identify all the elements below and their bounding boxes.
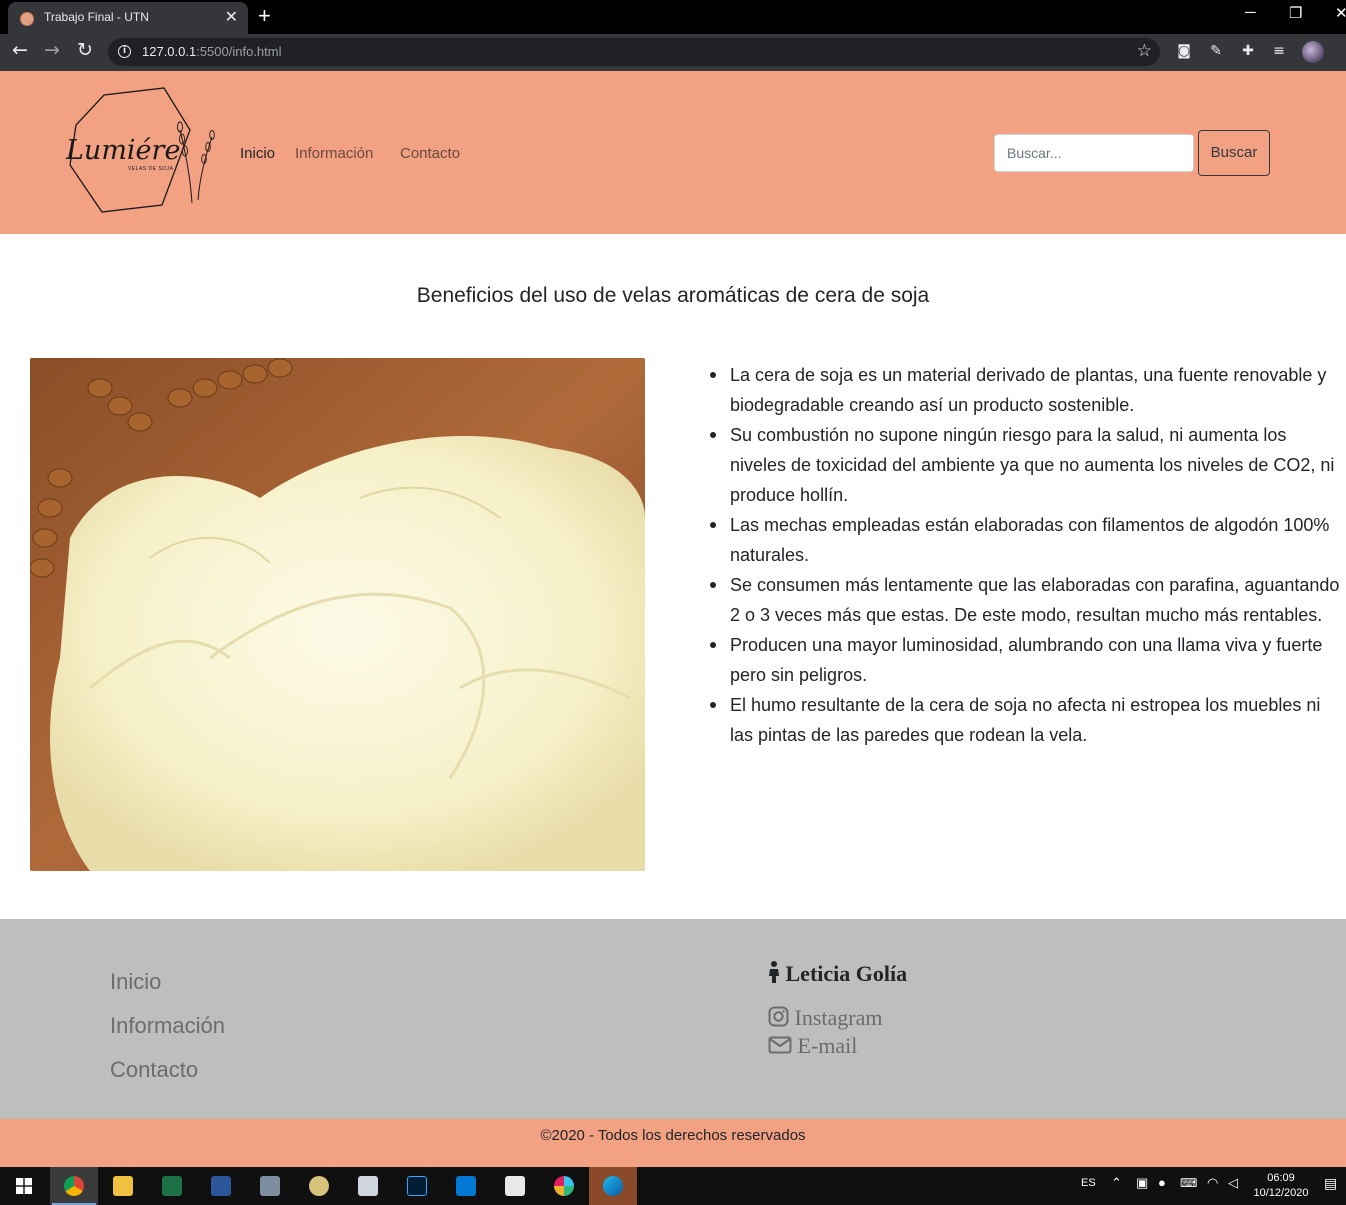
camera-icon[interactable]: ◙ (1176, 43, 1192, 59)
logo-subtitle: VELAS DE SOJA (128, 166, 174, 172)
taskbar-calculator[interactable] (246, 1167, 294, 1205)
media-queue-icon[interactable]: ≡ (1271, 43, 1287, 59)
taskbar-vscode[interactable] (442, 1167, 490, 1205)
taskbar-chrome[interactable] (50, 1167, 98, 1205)
edge-icon (603, 1176, 623, 1196)
photoshop-icon (407, 1176, 427, 1196)
restore-window-button[interactable]: ❐ (1289, 4, 1302, 22)
sketchup-icon (358, 1176, 378, 1196)
list-item: Su combustión no supone ningún riesgo pa… (710, 420, 1342, 510)
lumiere-logo[interactable]: Lumiére VELAS DE SOJA (62, 85, 222, 215)
site-info-icon[interactable]: i (118, 45, 131, 58)
start-button[interactable] (0, 1167, 48, 1205)
ime-icon[interactable]: ⌨ (1180, 1176, 1197, 1190)
browser-tab-strip: Trabajo Final - UTN ✕ + ─ ❐ ✕ (0, 0, 1346, 34)
site-favicon-icon (20, 12, 34, 26)
input-language-indicator[interactable]: ES (1081, 1177, 1096, 1189)
copyright-text: ©2020 - Todos los derechos reservados (540, 1127, 806, 1144)
author-name: Leticia Golía (768, 961, 907, 987)
site-footer: Inicio Información Contacto Leticia Golí… (0, 919, 1346, 1119)
url-text: 127.0.0.1:5500/info.html (142, 44, 282, 59)
soy-wax-photo (30, 358, 645, 871)
page-title: Beneficios del uso de velas aromáticas d… (416, 284, 930, 307)
slack-icon (554, 1176, 574, 1196)
list-item: El humo resultante de la cera de soja no… (710, 690, 1342, 750)
folder-icon (113, 1176, 133, 1196)
wifi-icon[interactable]: ◠ (1207, 1175, 1218, 1191)
instagram-link[interactable]: Instagram (768, 1005, 882, 1031)
list-item: Producen una mayor luminosidad, alumbran… (710, 630, 1342, 690)
search-button[interactable]: Buscar (1198, 130, 1270, 176)
profile-avatar[interactable] (1302, 41, 1324, 63)
browser-toolbar: ← → ↻ i 127.0.0.1:5500/info.html ☆ ◙ ✎ ✚… (0, 34, 1346, 71)
clock-date: 10/12/2020 (1253, 1187, 1309, 1199)
notifications-icon[interactable]: ▤ (1324, 1175, 1337, 1192)
site-header: Lumiére VELAS DE SOJA Inicio Información… (0, 71, 1346, 234)
instagram-label: Instagram (794, 1005, 883, 1030)
taskbar-photoshop[interactable] (393, 1167, 441, 1205)
word-icon (211, 1176, 231, 1196)
benefits-list: La cera de soja es un material derivado … (710, 360, 1342, 750)
nav-link-inicio[interactable]: Inicio (240, 145, 275, 162)
nav-link-contacto[interactable]: Contacto (400, 145, 460, 162)
browser-tab[interactable]: Trabajo Final - UTN ✕ (8, 2, 248, 34)
author-label: Leticia Golía (785, 961, 908, 986)
vscode-icon (456, 1176, 476, 1196)
excel-icon (162, 1176, 182, 1196)
close-window-button[interactable]: ✕ (1335, 4, 1346, 22)
footer-link-informacion[interactable]: Información (110, 1013, 225, 1039)
reload-icon[interactable]: ↻ (77, 39, 93, 61)
taskbar-excel[interactable] (148, 1167, 196, 1205)
windows-logo-icon (16, 1178, 32, 1194)
footer-link-contacto[interactable]: Contacto (110, 1057, 198, 1083)
footer-link-inicio[interactable]: Inicio (110, 969, 161, 995)
address-bar[interactable]: i 127.0.0.1:5500/info.html ☆ (108, 38, 1160, 66)
taskbar-edge[interactable] (589, 1167, 637, 1205)
taskbar-word[interactable] (197, 1167, 245, 1205)
show-hidden-icons-icon[interactable]: ⌃ (1111, 1175, 1122, 1191)
clock-time: 06:09 (1267, 1172, 1295, 1184)
logo-wordmark: Lumiére (66, 135, 181, 166)
nav-link-informacion[interactable]: Información (295, 145, 373, 162)
copyright-bar: ©2020 - Todos los derechos reservados (0, 1119, 1346, 1167)
list-item: Se consumen más lentamente que las elabo… (710, 570, 1342, 630)
taskbar-acrobat[interactable] (491, 1167, 539, 1205)
tab-title: Trabajo Final - UTN (44, 10, 149, 24)
list-item: La cera de soja es un material derivado … (710, 360, 1342, 420)
chrome-icon (64, 1176, 84, 1196)
minimize-window-button[interactable]: ─ (1245, 4, 1256, 21)
female-person-icon (769, 961, 779, 983)
new-tab-button[interactable]: + (258, 3, 271, 29)
envelope-icon (768, 1036, 792, 1054)
pen-extension-icon[interactable]: ✎ (1208, 43, 1224, 59)
onedrive-icon[interactable]: ● (1158, 1175, 1166, 1190)
windows-taskbar: ES ⌃ ▣ ● ⌨ ◠ ◁ 06:09 10/12/2020 ▤ (0, 1167, 1346, 1205)
taskbar-file-explorer[interactable] (99, 1167, 147, 1205)
taskbar-sketchup[interactable] (344, 1167, 392, 1205)
taskbar-paint[interactable] (295, 1167, 343, 1205)
volume-icon[interactable]: ◁ (1228, 1175, 1238, 1191)
bookmark-star-icon[interactable]: ☆ (1137, 41, 1152, 61)
instagram-icon (768, 1006, 789, 1027)
paint-palette-icon (309, 1176, 329, 1196)
puzzle-extensions-icon[interactable]: ✚ (1240, 43, 1256, 59)
close-tab-icon[interactable]: ✕ (225, 7, 238, 27)
calculator-icon (260, 1176, 280, 1196)
meet-now-icon[interactable]: ▣ (1136, 1175, 1148, 1191)
taskbar-clock[interactable]: 06:09 10/12/2020 (1248, 1171, 1314, 1201)
soy-wax-image (30, 358, 645, 871)
forward-arrow-icon[interactable]: → (44, 39, 60, 61)
search-input[interactable]: Buscar... (994, 134, 1194, 172)
email-link[interactable]: E-mail (768, 1033, 857, 1059)
list-item: Las mechas empleadas están elaboradas co… (710, 510, 1342, 570)
email-label: E-mail (797, 1033, 858, 1058)
acrobat-icon (505, 1176, 525, 1196)
back-arrow-icon[interactable]: ← (12, 39, 28, 61)
taskbar-slack[interactable] (540, 1167, 588, 1205)
